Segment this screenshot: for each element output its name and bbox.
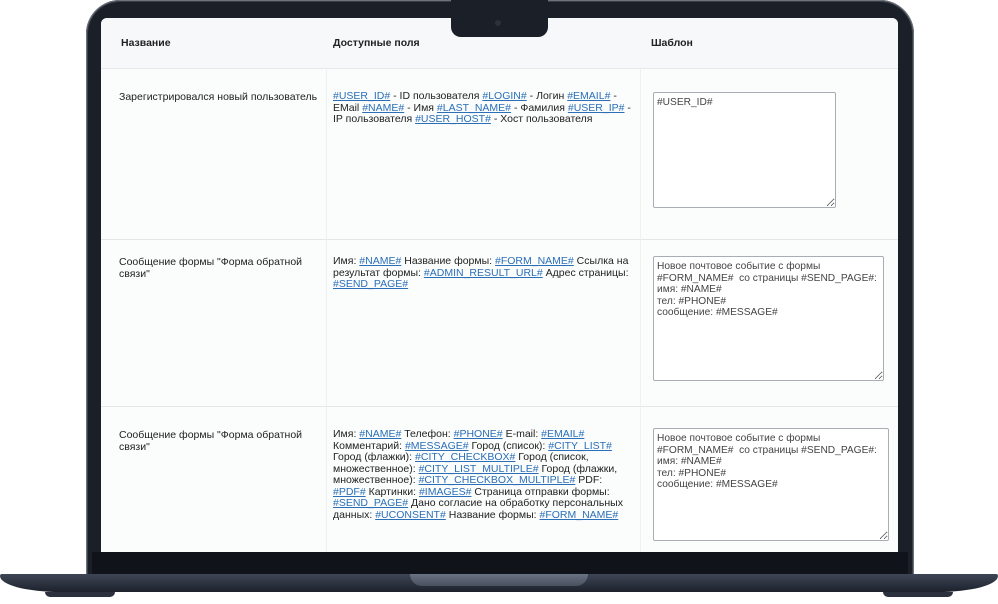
field-label: Страница отправки формы: (471, 485, 610, 498)
field-code-link[interactable]: #USER_ID# (333, 90, 390, 102)
field-code-link[interactable]: #USER_IP# (568, 102, 625, 114)
field-code-link[interactable]: #MESSAGE# (405, 440, 469, 452)
field-description: - Логин (526, 90, 568, 102)
camera-icon (495, 20, 501, 26)
template-textarea[interactable] (653, 428, 889, 541)
field-description: - Хост пользователя (490, 113, 593, 125)
field-label: E-mail: (502, 428, 542, 440)
available-fields: Имя: #NAME# Телефон: #PHONE# E-mail: #EM… (326, 407, 641, 552)
mail-templates-table: Название Доступные поля Шаблон Зарегистр… (101, 18, 898, 552)
fields-list: Имя: #NAME# Название формы: #FORM_NAME# … (333, 255, 629, 290)
column-header-template: Шаблон (641, 18, 898, 69)
table-row: Сообщение формы "Форма обратной связи" И… (101, 240, 898, 407)
field-code-link[interactable]: #SEND_PAGE# (333, 278, 408, 290)
field-label: PDF: (575, 474, 603, 486)
screen: Название Доступные поля Шаблон Зарегистр… (101, 18, 898, 552)
event-name: Сообщение формы "Форма обратной связи" (101, 407, 326, 552)
field-code-link[interactable]: #CITY_CHECKBOX# (415, 451, 515, 463)
field-label: Телефон: (401, 428, 454, 440)
template-cell (641, 407, 898, 552)
available-fields: Имя: #NAME# Название формы: #FORM_NAME# … (326, 240, 641, 407)
field-code-link[interactable]: #EMAIL# (541, 428, 584, 440)
available-fields: #USER_ID# - ID пользователя #LOGIN# - Ло… (326, 69, 641, 240)
field-label: Город (флажки): (333, 451, 416, 463)
field-label: Комментарий: (333, 439, 405, 452)
field-label: Имя: (333, 428, 360, 440)
laptop-foot-left (45, 592, 115, 597)
field-code-link[interactable]: #UCONSENT# (375, 509, 446, 521)
template-textarea[interactable] (653, 92, 836, 208)
field-code-link[interactable]: #EMAIL# (567, 90, 610, 102)
field-code-link[interactable]: #NAME# (359, 255, 401, 267)
field-label: Адрес страницы: (542, 266, 629, 279)
fields-list: #USER_ID# - ID пользователя #LOGIN# - Ло… (333, 90, 631, 125)
template-cell (641, 69, 898, 240)
camera-notch (451, 0, 548, 37)
field-description: - Фамилия (511, 101, 568, 114)
field-code-link[interactable]: #CITY_LIST# (548, 440, 612, 452)
field-code-link[interactable]: #PDF# (333, 486, 366, 498)
field-code-link[interactable]: #FORM_NAME# (495, 255, 574, 267)
field-description: - Имя (404, 101, 437, 114)
table-row: Зарегистрировался новый пользователь #US… (101, 69, 898, 240)
field-code-link[interactable]: #NAME# (359, 428, 401, 440)
field-code-link[interactable]: #USER_HOST# (415, 113, 491, 125)
field-label: Город (список): (468, 439, 549, 452)
field-code-link[interactable]: #LOGIN# (482, 90, 526, 102)
field-code-link[interactable]: #CITY_LIST_MULTIPLE# (419, 463, 539, 475)
field-code-link[interactable]: #ADMIN_RESULT_URL# (424, 267, 543, 279)
field-code-link[interactable]: #NAME# (362, 102, 404, 114)
field-label: Название формы: (445, 508, 540, 521)
field-code-link[interactable]: #FORM_NAME# (540, 509, 619, 521)
laptop-opening-lip (410, 574, 588, 586)
template-cell (641, 240, 898, 407)
field-label: Имя: (333, 255, 360, 267)
field-code-link[interactable]: #PHONE# (454, 428, 503, 440)
fields-list: Имя: #NAME# Телефон: #PHONE# E-mail: #EM… (333, 428, 623, 521)
template-textarea[interactable] (653, 256, 884, 381)
column-header-name: Название (101, 18, 326, 69)
field-description: - ID пользователя (390, 90, 483, 102)
field-code-link[interactable]: #IMAGES# (419, 486, 472, 498)
event-name: Сообщение формы "Форма обратной связи" (101, 240, 326, 407)
event-name: Зарегистрировался новый пользователь (101, 69, 326, 240)
field-code-link[interactable]: #LAST_NAME# (437, 102, 511, 114)
field-code-link[interactable]: #CITY_CHECKBOX_MULTIPLE# (419, 474, 576, 486)
field-label: Название формы: (401, 255, 495, 267)
laptop-foot-right (883, 592, 953, 597)
field-code-link[interactable]: #SEND_PAGE# (333, 497, 408, 509)
table-row: Сообщение формы "Форма обратной связи" И… (101, 407, 898, 552)
field-label: Картинки: (365, 485, 419, 498)
laptop-chin (92, 552, 908, 574)
